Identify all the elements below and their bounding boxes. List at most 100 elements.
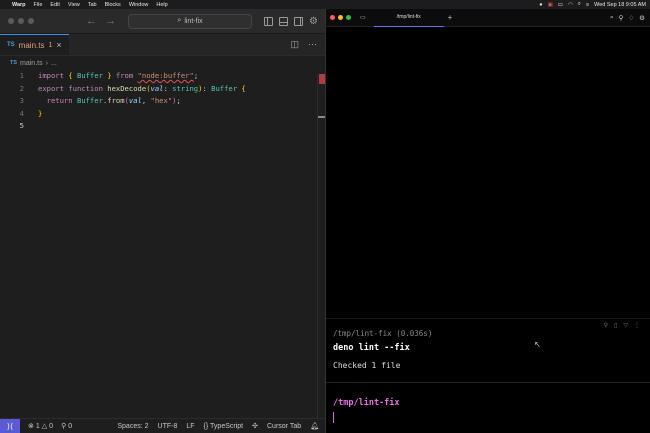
menu-bar: Warp File Edit View Tab Blocks Window He… — [0, 0, 650, 9]
clock[interactable]: Wed Sep 18 9:05 AM — [594, 2, 646, 8]
braces-icon: {} — [203, 422, 209, 430]
bookmark-icon[interactable]: ▯ — [614, 322, 617, 329]
token: val — [128, 96, 142, 105]
pin-block-icon[interactable]: ⚲ — [604, 322, 608, 329]
token: val — [150, 83, 164, 93]
back-arrow-icon[interactable]: ← — [86, 15, 97, 27]
token: Buffer — [211, 83, 238, 93]
search-icon[interactable]: ⌕ — [610, 14, 614, 22]
status-record-icon[interactable]: ● — [539, 2, 542, 8]
forward-arrow-icon[interactable]: → — [105, 15, 116, 27]
ports-indicator[interactable]: ⚲ 0 — [61, 422, 73, 431]
search-icon[interactable]: ⌕ — [578, 1, 581, 8]
zoom-window-button[interactable] — [28, 18, 34, 24]
menu-tab[interactable]: Tab — [88, 2, 97, 8]
toggle-panel-icon[interactable] — [279, 16, 288, 26]
menu-blocks[interactable]: Blocks — [105, 2, 121, 8]
zoom-window-button[interactable] — [346, 15, 351, 20]
remote-indicator-icon[interactable]: ⟩⟨ — [0, 418, 20, 433]
editor-window: ← → ⌕ lint-fix ⚙ TS main.ts 1 × ◫ ⋯ TS m… — [0, 9, 326, 433]
gear-icon[interactable]: ⚙ — [309, 16, 319, 26]
window-controls — [8, 18, 34, 24]
encoding-status[interactable]: UTF-8 — [158, 423, 178, 430]
token: import — [38, 71, 64, 80]
language-label: TypeScript — [210, 422, 244, 430]
overview-ruler[interactable] — [317, 74, 326, 418]
tab-main-ts[interactable]: TS main.ts 1 × — [0, 34, 69, 55]
tabs-panel-icon[interactable]: ▭ — [360, 14, 366, 21]
toggle-secondary-sidebar-icon[interactable] — [294, 16, 303, 26]
token: return — [46, 96, 73, 105]
code-editor[interactable]: 1 import { Buffer } from "node:buffer"; … — [0, 70, 325, 133]
token: from — [107, 96, 125, 105]
token: Buffer — [76, 71, 103, 80]
shell-prompt: /tmp/lint-fix — [333, 398, 400, 408]
control-center-icon[interactable]: ≡ — [586, 2, 589, 8]
window-controls — [330, 15, 351, 20]
wifi-icon[interactable]: ◠ — [568, 2, 573, 8]
command-center-search[interactable]: ⌕ lint-fix — [128, 13, 252, 29]
block-toolbar: ⚲ ▯ ▽ ⋮ — [604, 322, 640, 329]
warp-tab-active[interactable]: /tmp/lint-fix — [373, 9, 444, 27]
command-block[interactable]: /tmp/lint-fix (0.036s) deno lint --fix C… — [326, 318, 650, 383]
breadcrumb: TS main.ts › ... — [0, 56, 325, 70]
more-options-icon[interactable]: ⋮ — [634, 322, 640, 329]
notifications-icon[interactable]: ♢ — [628, 14, 634, 22]
code-line: 2 export function hexDecode(val: string)… — [0, 83, 325, 96]
tab-close-icon[interactable]: × — [56, 40, 61, 50]
menu-help[interactable]: Help — [156, 2, 167, 8]
battery-icon[interactable]: ▭ — [558, 2, 563, 8]
menu-view[interactable]: View — [68, 2, 80, 8]
token: } — [38, 108, 43, 118]
eol-status[interactable]: LF — [186, 423, 194, 430]
more-actions-icon[interactable]: ⋯ — [308, 39, 317, 50]
menu-window[interactable]: Window — [129, 2, 149, 8]
warp-terminal-window: ▭ /tmp/lint-fix + ⌕ ⚲ ♢ ⚙ /tmp/lint-fix … — [325, 9, 650, 433]
token: function — [68, 83, 103, 93]
search-icon: ⌕ — [177, 17, 182, 24]
close-window-button[interactable] — [8, 18, 14, 24]
copilot-icon[interactable]: ✣ — [252, 422, 258, 430]
typescript-file-icon: TS — [7, 42, 15, 48]
menu-app-name[interactable]: Warp — [12, 2, 26, 8]
cursor-tab-status[interactable]: Cursor Tab — [267, 423, 301, 430]
input-cursor[interactable] — [333, 412, 334, 423]
block-output: Checked 1 file — [333, 361, 401, 370]
language-mode[interactable]: {} TypeScript — [204, 423, 244, 430]
pin-icon[interactable]: ⚲ — [619, 14, 624, 22]
breadcrumb-symbol[interactable]: ... — [51, 60, 57, 67]
menu-file[interactable]: File — [34, 2, 43, 8]
ports-count: 0 — [68, 422, 73, 430]
error-count: 1 — [35, 422, 40, 430]
warning-icon: △ — [41, 423, 48, 430]
menu-edit[interactable]: Edit — [50, 2, 59, 8]
indentation-status[interactable]: Spaces: 2 — [117, 423, 148, 430]
token-with-error[interactable]: "node:buffer" — [138, 71, 194, 80]
split-editor-icon[interactable]: ◫ — [290, 39, 299, 50]
error-icon: ⊗ — [28, 423, 34, 430]
warp-tab-title: /tmp/lint-fix — [396, 14, 421, 20]
editor-tab-bar: TS main.ts 1 × ◫ ⋯ — [0, 34, 325, 56]
token: hexDecode — [107, 83, 147, 93]
line-number: 3 — [19, 96, 24, 105]
block-metadata: /tmp/lint-fix (0.036s) — [333, 329, 433, 338]
token: { — [68, 71, 73, 80]
minimize-window-button[interactable] — [338, 15, 343, 20]
minimize-window-button[interactable] — [18, 18, 24, 24]
new-tab-icon[interactable]: + — [448, 13, 453, 22]
settings-icon[interactable]: ⚙ — [639, 14, 645, 22]
toggle-primary-sidebar-icon[interactable] — [264, 16, 273, 26]
line-number: 1 — [19, 71, 24, 80]
filter-icon[interactable]: ▽ — [623, 322, 628, 329]
ports-icon: ⚲ — [61, 423, 67, 430]
close-window-button[interactable] — [330, 15, 335, 20]
token: export — [38, 83, 64, 93]
status-bar: ⟩⟨ ⊗ 1 △ 0 ⚲ 0 Spaces: 2 UTF-8 LF {} Typ… — [0, 418, 325, 433]
breadcrumb-file[interactable]: main.ts — [20, 60, 43, 67]
status-extension-icon[interactable]: ▣ — [548, 2, 553, 8]
mouse-pointer-icon: ↖ — [534, 340, 541, 349]
notifications-bell-icon[interactable]: 🔔︎ — [310, 422, 319, 430]
problems-indicator[interactable]: ⊗ 1 △ 0 — [28, 422, 53, 431]
token: ; — [193, 71, 199, 80]
token: Buffer — [76, 96, 103, 105]
